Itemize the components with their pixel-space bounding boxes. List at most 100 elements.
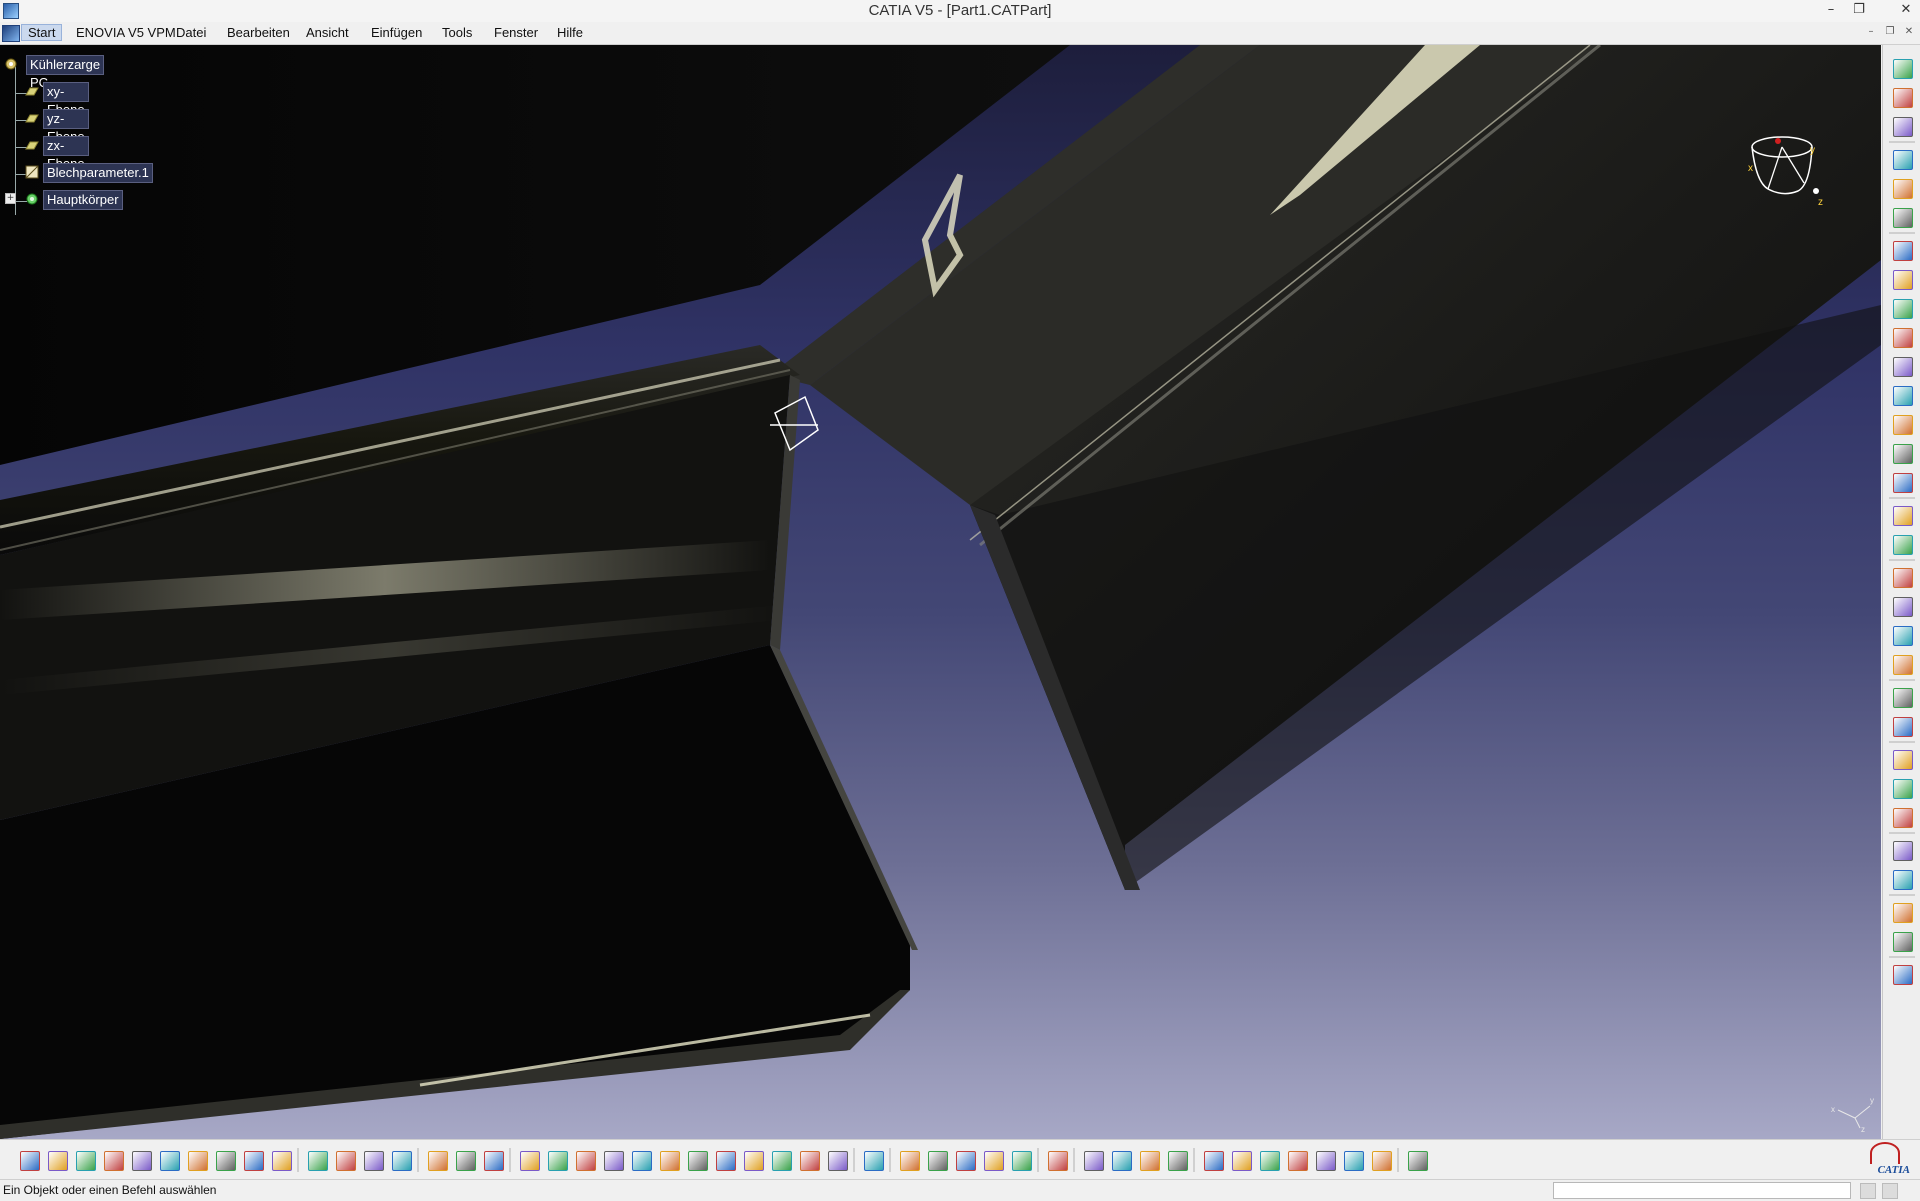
- measure-icon[interactable]: [456, 1151, 476, 1171]
- settings-icon[interactable]: [484, 1151, 504, 1171]
- layers-icon[interactable]: [1408, 1151, 1428, 1171]
- rotate-icon[interactable]: [604, 1151, 624, 1171]
- cut-out-icon[interactable]: [1893, 415, 1913, 435]
- print-icon[interactable]: [104, 1151, 124, 1171]
- stamp-icon[interactable]: [1893, 473, 1913, 493]
- point-icon[interactable]: [1893, 688, 1913, 708]
- unfold-icon[interactable]: [1893, 626, 1913, 646]
- emboss-icon[interactable]: [1893, 506, 1913, 526]
- fold-icon[interactable]: [1893, 655, 1913, 675]
- axis-icon[interactable]: [928, 1151, 948, 1171]
- save-icon[interactable]: [76, 1151, 96, 1171]
- part-geometry[interactable]: [0, 45, 1881, 1139]
- stack-icon[interactable]: [1372, 1151, 1392, 1171]
- mdi-close-button[interactable]: ✕: [1900, 24, 1918, 40]
- iso-view-icon[interactable]: [744, 1151, 764, 1171]
- wall-icon[interactable]: [1893, 208, 1913, 228]
- new-icon[interactable]: [20, 1151, 40, 1171]
- workbench-icon[interactable]: [1893, 59, 1913, 79]
- grid-icon[interactable]: [1084, 1151, 1104, 1171]
- formula-icon[interactable]: [308, 1151, 328, 1171]
- menu-datei[interactable]: Datei: [176, 25, 206, 40]
- tree-node-xy-plane[interactable]: xy-Ebene: [43, 82, 89, 117]
- fit-all-icon[interactable]: [548, 1151, 568, 1171]
- thickness-icon[interactable]: [1893, 808, 1913, 828]
- mdi-minimize-button[interactable]: –: [1862, 24, 1880, 40]
- dimension-icon[interactable]: [900, 1151, 920, 1171]
- plane-icon[interactable]: [1893, 717, 1913, 737]
- plane-icon[interactable]: [1288, 1151, 1308, 1171]
- menu-start[interactable]: Start: [21, 24, 63, 41]
- chamfer-icon[interactable]: [1893, 386, 1913, 406]
- status-info-icon[interactable]: [1882, 1183, 1898, 1199]
- 3d-viewport[interactable]: Kühlerzarge PC xy-Ebene yz-Ebene zx-Eben…: [0, 45, 1881, 1139]
- hide-show-icon[interactable]: [800, 1151, 820, 1171]
- body-icon[interactable]: [1893, 750, 1913, 770]
- document-icon[interactable]: [2, 25, 20, 42]
- hole-icon[interactable]: [1012, 1151, 1032, 1171]
- normal-view-icon[interactable]: [688, 1151, 708, 1171]
- close-button[interactable]: ✕: [1893, 0, 1919, 22]
- tree-node-sheet-metal-parameters[interactable]: Blechparameter.1: [43, 163, 153, 183]
- command-input[interactable]: [1553, 1182, 1851, 1199]
- shading-icon[interactable]: [772, 1151, 792, 1171]
- layer-icon[interactable]: [1260, 1151, 1280, 1171]
- material-icon[interactable]: [1112, 1151, 1132, 1171]
- save-icon[interactable]: [1893, 965, 1913, 985]
- menu-tools[interactable]: Tools: [442, 25, 472, 40]
- menu-bearbeiten[interactable]: Bearbeiten: [227, 25, 290, 40]
- ruler-icon[interactable]: [364, 1151, 384, 1171]
- minimize-button[interactable]: –: [1818, 0, 1844, 22]
- analysis-icon[interactable]: [1893, 932, 1913, 952]
- swap-icon[interactable]: [828, 1151, 848, 1171]
- apply-material-icon[interactable]: [1893, 870, 1913, 890]
- bend-icon[interactable]: [1893, 328, 1913, 348]
- mdi-restore-button[interactable]: ❐: [1881, 24, 1899, 40]
- open-icon[interactable]: [48, 1151, 68, 1171]
- table-icon[interactable]: [392, 1151, 412, 1171]
- tree-root-node[interactable]: Kühlerzarge PC: [26, 55, 105, 90]
- fly-icon[interactable]: [520, 1151, 540, 1171]
- hand-icon[interactable]: [1168, 1151, 1188, 1171]
- capture-icon[interactable]: [864, 1151, 884, 1171]
- tree-icon[interactable]: [428, 1151, 448, 1171]
- hole-icon[interactable]: [1893, 444, 1913, 464]
- cut-icon[interactable]: [132, 1151, 152, 1171]
- camera-icon[interactable]: [984, 1151, 1004, 1171]
- measure-icon[interactable]: [1893, 841, 1913, 861]
- knowledge-icon[interactable]: [336, 1151, 356, 1171]
- multi-view-icon[interactable]: [716, 1151, 736, 1171]
- sheet-metal-icon[interactable]: [1893, 88, 1913, 108]
- zoom-out-icon[interactable]: [660, 1151, 680, 1171]
- menu-hilfe[interactable]: Hilfe: [557, 25, 583, 40]
- status-stop-icon[interactable]: [1860, 1183, 1876, 1199]
- tree-node-zx-plane[interactable]: zx-Ebene: [43, 136, 89, 171]
- sphere-icon[interactable]: [1140, 1151, 1160, 1171]
- bead-icon[interactable]: [1893, 535, 1913, 555]
- tree-expand-toggle[interactable]: +: [5, 193, 16, 204]
- surface-icon[interactable]: [1344, 1151, 1364, 1171]
- undo-icon[interactable]: [216, 1151, 236, 1171]
- tree-node-main-body[interactable]: Hauptkörper: [43, 190, 123, 210]
- menu-enovia[interactable]: ENOVIA V5 VPM: [76, 25, 176, 40]
- solid-icon[interactable]: [1893, 779, 1913, 799]
- sheet-param-icon[interactable]: [1893, 117, 1913, 137]
- menu-ansicht[interactable]: Ansicht: [306, 25, 349, 40]
- bolt-icon[interactable]: [956, 1151, 976, 1171]
- tear-icon[interactable]: [1893, 299, 1913, 319]
- select-icon[interactable]: [1893, 150, 1913, 170]
- paste-icon[interactable]: [188, 1151, 208, 1171]
- hem-icon[interactable]: [1893, 270, 1913, 290]
- sketch-icon[interactable]: [1893, 179, 1913, 199]
- corner-icon[interactable]: [1893, 357, 1913, 377]
- constraint-icon[interactable]: [1893, 903, 1913, 923]
- zoom-in-icon[interactable]: [632, 1151, 652, 1171]
- whats-this-icon[interactable]: [272, 1151, 292, 1171]
- redo-icon[interactable]: [244, 1151, 264, 1171]
- pocket-icon[interactable]: [1048, 1151, 1068, 1171]
- axis-system-icon[interactable]: [1204, 1151, 1224, 1171]
- menu-einfuegen[interactable]: Einfügen: [371, 25, 422, 40]
- tree-node-yz-plane[interactable]: yz-Ebene: [43, 109, 89, 144]
- restore-button[interactable]: ❐: [1846, 0, 1872, 22]
- flange-icon[interactable]: [1893, 241, 1913, 261]
